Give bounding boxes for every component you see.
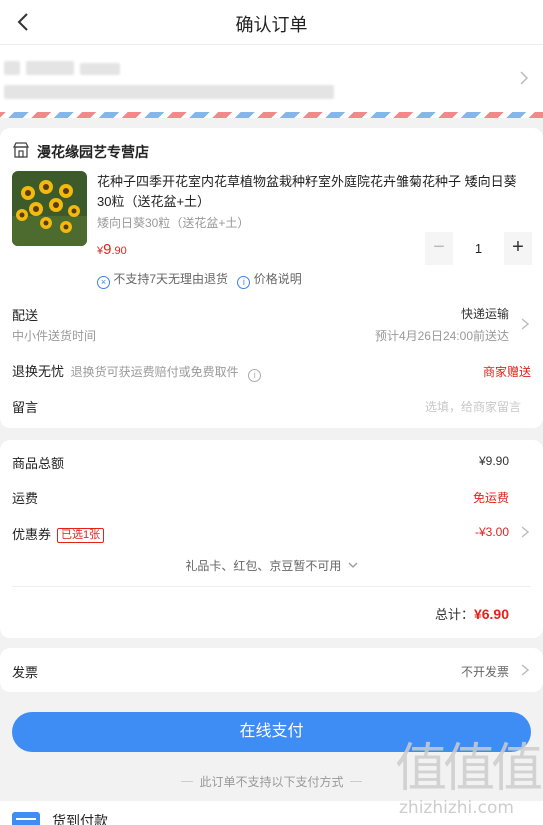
price-decimal: .90 (111, 245, 127, 257)
watermark-text: zhizhizhi.com (399, 798, 514, 818)
goods-total-label: 商品总额 (12, 456, 65, 471)
worry-free-desc: 退换货可获运费赔付或免费取件 (70, 365, 239, 379)
product-title[interactable]: 花种子四季开花室内花草植物盆栽种籽室外庭院花卉雏菊花种子 矮向日葵30粒（送花盆… (97, 172, 529, 212)
shop-name[interactable]: 漫花缘园艺专营店 (37, 142, 149, 162)
worry-free-badge: 商家赠送 (482, 365, 531, 379)
address-redacted (80, 63, 120, 75)
quantity-input[interactable]: 1 (457, 232, 500, 265)
quantity-stepper: − 1 + (425, 232, 532, 265)
product-spec: 矮向日葵30粒（送花盆+土） (97, 216, 250, 230)
coupon-title: 优惠券 (12, 527, 52, 542)
chevron-right-icon[interactable] (521, 526, 529, 538)
price-summary-card: 商品总额 ¥9.90 运费 免运费 优惠券 已选1张 -¥3.00 礼品卡、红包、… (0, 440, 543, 638)
info-icon: i (237, 276, 251, 289)
product-thumbnail[interactable] (12, 171, 87, 246)
increase-button[interactable]: + (504, 232, 532, 265)
invoice-value[interactable]: 不开发票 (461, 663, 509, 680)
divider (181, 781, 194, 782)
worry-free-label: 退换无忧 退换货可获运费赔付或免费取件 i (12, 361, 262, 382)
store-icon (12, 142, 30, 158)
delivery-label: 配送 (12, 308, 39, 323)
no-return-note[interactable]: × 不支持7天无理由退货 (97, 270, 228, 289)
order-item-card: 漫花缘园艺专营店 花种子四季开花室内花草植物盆栽种籽室外庭院花卉雏菊花种子 矮向… (0, 128, 543, 428)
no-return-text: 不支持7天无理由退货 (113, 272, 229, 286)
invoice-row[interactable]: 发票 不开发票 (0, 648, 543, 692)
no-return-icon: × (97, 276, 110, 289)
delivery-method[interactable]: 快递运输 (461, 305, 509, 322)
watermark: 值值值 zhizhizhi.com (395, 738, 543, 820)
shipping-label: 运费 (12, 491, 39, 506)
total-label: 总计： (434, 607, 474, 622)
decrease-button[interactable]: − (425, 232, 453, 265)
address-redacted (4, 85, 334, 99)
chevron-right-icon[interactable] (521, 664, 529, 676)
address-redacted (26, 61, 74, 75)
message-input[interactable]: 选填，给商家留言 (425, 398, 521, 415)
watermark-logo: 值值值 (395, 739, 543, 799)
page-title: 确认订单 (235, 15, 308, 35)
divider (349, 781, 362, 782)
nav-bar: 确认订单 (0, 0, 543, 45)
price-info-note[interactable]: i 价格说明 (237, 270, 302, 289)
delivery-sub: 中小件送货时间 (12, 329, 97, 343)
invoice-label: 发票 (12, 665, 39, 680)
chevron-right-icon[interactable] (521, 318, 529, 330)
chevron-right-icon (520, 71, 529, 85)
address-border-stripe (0, 112, 543, 118)
card-icon (12, 812, 40, 825)
delivery-eta[interactable]: 预计4月26日24:00前送达 (375, 327, 509, 344)
gifts-unavailable-note[interactable]: 礼品卡、红包、京豆暂不可用 (0, 557, 543, 574)
coupon-value[interactable]: -¥3.00 (475, 525, 509, 539)
gifts-note-text: 礼品卡、红包、京豆暂不可用 (185, 559, 342, 573)
product-price: ¥9.90 (97, 241, 127, 259)
cod-label: 货到付款 (52, 813, 108, 825)
info-icon[interactable]: i (248, 369, 262, 382)
order-total: 总计：¥6.90 (435, 604, 509, 623)
worry-free-title: 退换无忧 (12, 364, 65, 379)
address-section[interactable] (0, 45, 543, 118)
chevron-down-icon (348, 562, 358, 568)
coupon-label[interactable]: 优惠券 已选1张 (12, 524, 105, 543)
address-redacted (4, 61, 20, 75)
shipping-value: 免运费 (472, 491, 509, 505)
goods-total-value: ¥9.90 (478, 454, 509, 468)
total-amount: ¥6.90 (473, 606, 509, 622)
divider (12, 586, 531, 587)
message-label: 留言 (12, 400, 39, 415)
unsupported-payment-text: 此订单不支持以下支付方式 (199, 775, 344, 789)
product-notes: × 不支持7天无理由退货 i 价格说明 (97, 270, 308, 289)
coupon-selected-tag: 已选1张 (57, 528, 105, 543)
price-info-text: 价格说明 (253, 272, 302, 286)
